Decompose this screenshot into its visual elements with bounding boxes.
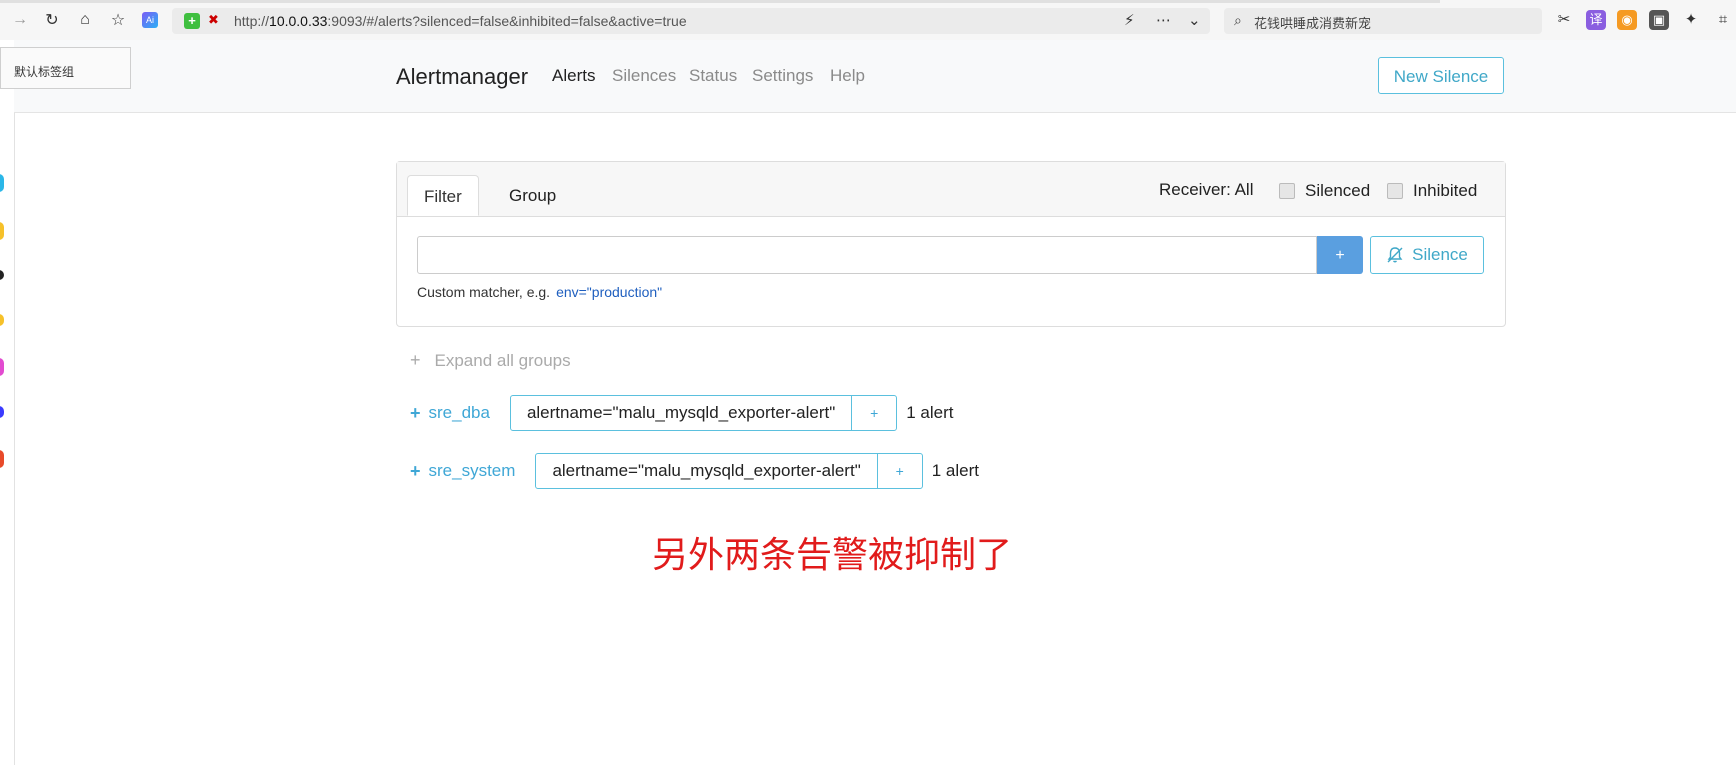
group-matcher: alertname="malu_mysqld_exporter-alert" + (509, 395, 898, 431)
filter-panel-header: Filter Group Receiver: All Silenced Inhi… (397, 162, 1505, 217)
group-toggle[interactable]: + sre_system (410, 461, 515, 482)
brand-title[interactable]: Alertmanager (396, 64, 528, 90)
forward-icon[interactable]: → (8, 8, 32, 32)
browser-toolbar: → ↻ ⌂ ☆ Ai + ✖ http://10.0.0.33:9093/#/a… (0, 0, 1736, 40)
hint-text: Custom matcher, e.g. (417, 284, 551, 300)
receiver-selector[interactable]: Receiver: All (1159, 180, 1253, 200)
alert-count: 1 alert (906, 403, 954, 422)
matcher-label[interactable]: alertname="malu_mysqld_exporter-alert" (511, 396, 853, 430)
translate-icon[interactable]: 译 (1586, 10, 1606, 30)
filter-input[interactable] (417, 236, 1317, 274)
plus-icon: + (410, 350, 421, 370)
nav-silences[interactable]: Silences (612, 66, 676, 86)
new-silence-button[interactable]: New Silence (1378, 57, 1504, 94)
nav-help[interactable]: Help (830, 66, 865, 86)
plus-icon: + (410, 402, 421, 423)
insecure-icon[interactable]: ✖ (208, 12, 219, 28)
silenced-checkbox[interactable]: Silenced (1279, 181, 1370, 201)
expand-all-label: Expand all groups (434, 351, 571, 370)
url-host: 10.0.0.33 (269, 13, 328, 29)
favorites-icon[interactable]: ☆ (106, 8, 130, 32)
matcher-add-button[interactable]: + (878, 454, 922, 488)
chevron-down-icon[interactable]: ⌄ (1188, 11, 1201, 29)
side-app-icon[interactable] (0, 314, 4, 326)
inhibited-label: Inhibited (1413, 181, 1478, 200)
search-text[interactable]: 花钱哄睡成消费新宠 (1254, 13, 1371, 32)
group-receiver: sre_dba (428, 403, 490, 422)
address-bar[interactable]: + ✖ http://10.0.0.33:9093/#/alerts?silen… (172, 8, 1210, 34)
search-icon: ⌕ (1234, 12, 1242, 28)
filter-panel: Filter Group Receiver: All Silenced Inhi… (396, 161, 1506, 327)
silenced-label: Silenced (1305, 181, 1371, 200)
nav-alerts[interactable]: Alerts (552, 66, 595, 86)
browser-side-panel (0, 40, 15, 765)
scissors-icon[interactable]: ✂ (1554, 10, 1574, 30)
crop-icon[interactable]: ⌗ (1713, 10, 1733, 30)
more-icon[interactable]: ⋯ (1156, 11, 1171, 29)
screenshot-icon[interactable]: ▣ (1649, 10, 1669, 30)
checkbox-box[interactable] (1279, 183, 1295, 199)
silence-button[interactable]: Silence (1370, 236, 1484, 274)
home-icon[interactable]: ⌂ (73, 8, 97, 32)
group-toggle[interactable]: + sre_dba (410, 403, 490, 424)
nav-status[interactable]: Status (689, 66, 737, 86)
inhibited-checkbox[interactable]: Inhibited (1387, 181, 1477, 201)
ai-badge-text: Ai (142, 12, 158, 28)
reload-icon[interactable]: ↻ (40, 8, 64, 32)
checkbox-box[interactable] (1387, 183, 1403, 199)
url-text[interactable]: http://10.0.0.33:9093/#/alerts?silenced=… (234, 13, 687, 29)
group-receiver: sre_system (428, 461, 516, 480)
side-app-icon[interactable] (0, 358, 4, 376)
url-suffix: :9093/#/alerts?silenced=false&inhibited=… (327, 13, 687, 29)
expand-all-groups[interactable]: + Expand all groups (410, 350, 571, 371)
tab-filter[interactable]: Filter (407, 175, 479, 216)
silence-button-label: Silence (1412, 245, 1468, 264)
bell-slash-icon (1387, 247, 1403, 263)
plus-icon: + (410, 460, 421, 481)
annotation-text: 另外两条告警被抑制了 (652, 535, 1013, 576)
nav-settings[interactable]: Settings (752, 66, 813, 86)
side-app-icon[interactable] (0, 406, 4, 418)
side-app-icon[interactable] (0, 270, 4, 280)
url-prefix: http:// (234, 13, 270, 29)
app-navbar: Alertmanager Alerts Silences Status Sett… (14, 40, 1736, 113)
alert-group-row: + sre_dba alertname="malu_mysqld_exporte… (410, 394, 954, 432)
ai-icon[interactable]: Ai (138, 8, 162, 32)
matcher-hint: Custom matcher, e.g. env="production" (417, 284, 662, 300)
matcher-label[interactable]: alertname="malu_mysqld_exporter-alert" (536, 454, 878, 488)
group-matcher: alertname="malu_mysqld_exporter-alert" + (535, 453, 923, 489)
tab-group[interactable]: Group (493, 175, 572, 216)
extensions-icon[interactable]: ✦ (1681, 10, 1701, 30)
alert-group-row: + sre_system alertname="malu_mysqld_expo… (410, 452, 979, 490)
add-matcher-button[interactable]: + (1317, 236, 1363, 274)
side-app-icon[interactable] (0, 174, 4, 192)
lightning-icon[interactable]: ⚡ (1124, 11, 1135, 29)
game-icon[interactable]: ◉ (1617, 10, 1637, 30)
side-app-icon[interactable] (0, 450, 4, 468)
search-bar[interactable]: ⌕ 花钱哄睡成消费新宠 (1224, 8, 1542, 34)
side-app-icon[interactable] (0, 222, 4, 240)
alert-count: 1 alert (931, 461, 979, 480)
shield-icon: + (184, 13, 200, 29)
hint-example: env="production" (556, 284, 663, 300)
tab-group-popup[interactable]: 默认标签组 (0, 47, 131, 89)
matcher-add-button[interactable]: + (852, 396, 896, 430)
loading-indicator (0, 0, 1440, 3)
